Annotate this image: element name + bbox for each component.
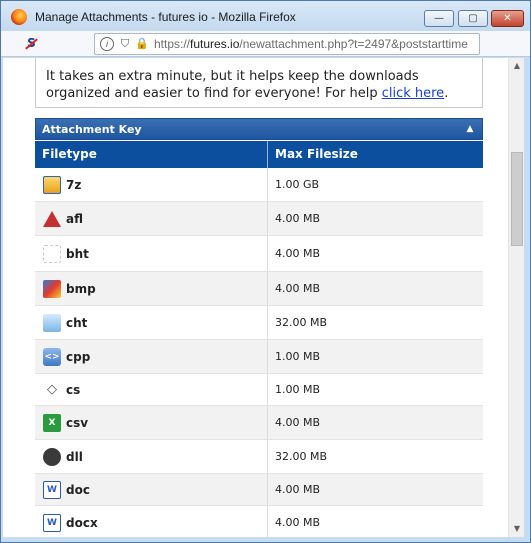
filetype-label: csv xyxy=(66,415,89,430)
cht-file-icon xyxy=(43,313,61,332)
max-filesize-cell: 1.00 GB xyxy=(275,178,320,191)
notice-suffix: . xyxy=(444,86,449,101)
bht-file-icon xyxy=(43,244,61,263)
filetype-cell: Wdoc xyxy=(35,474,268,505)
filetype-cell: afl xyxy=(35,202,268,235)
lock-icon[interactable]: 🔒 xyxy=(135,37,149,51)
help-link[interactable]: click here xyxy=(382,86,444,101)
doc-file-icon: W xyxy=(43,513,61,532)
afl-file-icon xyxy=(43,210,61,228)
attachment-rows: 7z 1.00 GB afl 4.00 MB bht 4.00 MB bmp 4.00 MB c… xyxy=(35,168,483,537)
max-filesize-cell: 4.00 MB xyxy=(275,282,321,295)
page-content: It takes an extra minute, but it helps k… xyxy=(3,58,518,537)
table-row: Xcsv 4.00 MB xyxy=(35,406,483,440)
table-row: dll 32.00 MB xyxy=(35,440,483,474)
filetype-cell: Wdocx xyxy=(35,506,268,537)
archive-file-icon xyxy=(43,175,61,194)
filetype-cell: ◇ cs xyxy=(35,374,268,405)
table-row: bht 4.00 MB xyxy=(35,236,483,272)
csv-file-icon: X xyxy=(43,413,61,432)
url-path: /newattachment.php?t=2497&poststarttime xyxy=(239,37,468,51)
max-filesize-cell: 32.00 MB xyxy=(275,316,328,329)
notice-box: It takes an extra minute, but it helps k… xyxy=(35,58,483,108)
table-row: afl 4.00 MB xyxy=(35,202,483,236)
filetype-label: cs xyxy=(66,382,81,397)
close-button[interactable]: ✕ xyxy=(491,10,524,27)
max-filesize-cell: 1.00 MB xyxy=(275,383,321,396)
table-row: cht 32.00 MB xyxy=(35,306,483,340)
title-bar[interactable]: Manage Attachments - futures io - Mozill… xyxy=(1,1,530,31)
filetype-label: bmp xyxy=(66,281,96,296)
bmp-file-icon xyxy=(43,279,61,298)
site-identity-icon[interactable]: S xyxy=(23,35,40,52)
table-header: Filetype Max Filesize xyxy=(35,141,483,168)
filetype-label: cht xyxy=(66,315,88,330)
window-title: Manage Attachments - futures io - Mozill… xyxy=(35,10,296,24)
filetype-label: docx xyxy=(66,515,98,530)
filetype-label: doc xyxy=(66,482,90,497)
maximize-button[interactable]: ▢ xyxy=(458,10,488,27)
table-row: <> cpp 1.00 MB xyxy=(35,340,483,374)
attachment-key-title: Attachment Key xyxy=(42,123,142,136)
filetype-label: afl xyxy=(66,211,83,226)
url-bar[interactable]: i ⛉ 🔒 https://futures.io/newattachment.p… xyxy=(94,33,480,55)
max-filesize-cell: 1.00 MB xyxy=(275,350,321,363)
filetype-label: dll xyxy=(66,449,83,464)
table-row: Wdocx 4.00 MB xyxy=(35,506,483,537)
filetype-label: cpp xyxy=(66,349,91,364)
cpp-file-icon: <> xyxy=(43,347,61,366)
filetype-cell: bmp xyxy=(35,272,268,305)
filetype-column-header: Filetype xyxy=(35,141,268,168)
cs-file-icon: ◇ xyxy=(47,382,57,397)
scroll-down-icon[interactable]: ▼ xyxy=(509,521,525,537)
scroll-thumb[interactable] xyxy=(511,152,523,246)
filetype-cell: dll xyxy=(35,440,268,473)
table-row: Wdoc 4.00 MB xyxy=(35,474,483,506)
filetype-label: bht xyxy=(66,246,89,261)
filetype-cell: 7z xyxy=(35,168,268,201)
notice-body: It takes an extra minute, but it helps k… xyxy=(46,69,419,101)
max-filesize-cell: 4.00 MB xyxy=(275,516,321,529)
filetype-label: 7z xyxy=(66,177,82,192)
vertical-scrollbar[interactable]: ▲ ▼ xyxy=(508,58,524,537)
minimize-button[interactable]: — xyxy=(424,10,454,27)
url-text[interactable]: https://futures.io/newattachment.php?t=2… xyxy=(154,37,468,51)
attachment-key-header[interactable]: Attachment Key ▲ xyxy=(35,118,483,140)
doc-file-icon: W xyxy=(43,480,61,499)
filetype-cell: bht xyxy=(35,236,268,271)
max-filesize-cell: 32.00 MB xyxy=(275,450,328,463)
max-filesize-column-header: Max Filesize xyxy=(275,147,358,161)
address-row: S i ⛉ 🔒 https://futures.io/newattachment… xyxy=(1,31,530,57)
notice-text: It takes an extra minute, but it helps k… xyxy=(46,68,476,102)
table-row: ◇ cs 1.00 MB xyxy=(35,374,483,406)
max-filesize-cell: 4.00 MB xyxy=(275,416,321,429)
max-filesize-cell: 4.00 MB xyxy=(275,483,321,496)
firefox-icon xyxy=(11,9,27,25)
table-row: 7z 1.00 GB xyxy=(35,168,483,202)
filetype-cell: <> cpp xyxy=(35,340,268,373)
filetype-cell: cht xyxy=(35,306,268,339)
collapse-icon[interactable]: ▲ xyxy=(464,123,476,135)
info-icon[interactable]: i xyxy=(100,37,114,51)
table-row: bmp 4.00 MB xyxy=(35,272,483,306)
url-prefix: https:// xyxy=(154,37,191,51)
filetype-cell: Xcsv xyxy=(35,406,268,439)
max-filesize-cell: 4.00 MB xyxy=(275,212,321,225)
url-host: futures.io xyxy=(190,37,240,51)
dll-file-icon xyxy=(43,447,61,466)
scroll-up-icon[interactable]: ▲ xyxy=(509,58,525,74)
shield-icon[interactable]: ⛉ xyxy=(118,37,132,51)
max-filesize-cell: 4.00 MB xyxy=(275,247,321,260)
browser-window: Manage Attachments - futures io - Mozill… xyxy=(0,0,531,543)
